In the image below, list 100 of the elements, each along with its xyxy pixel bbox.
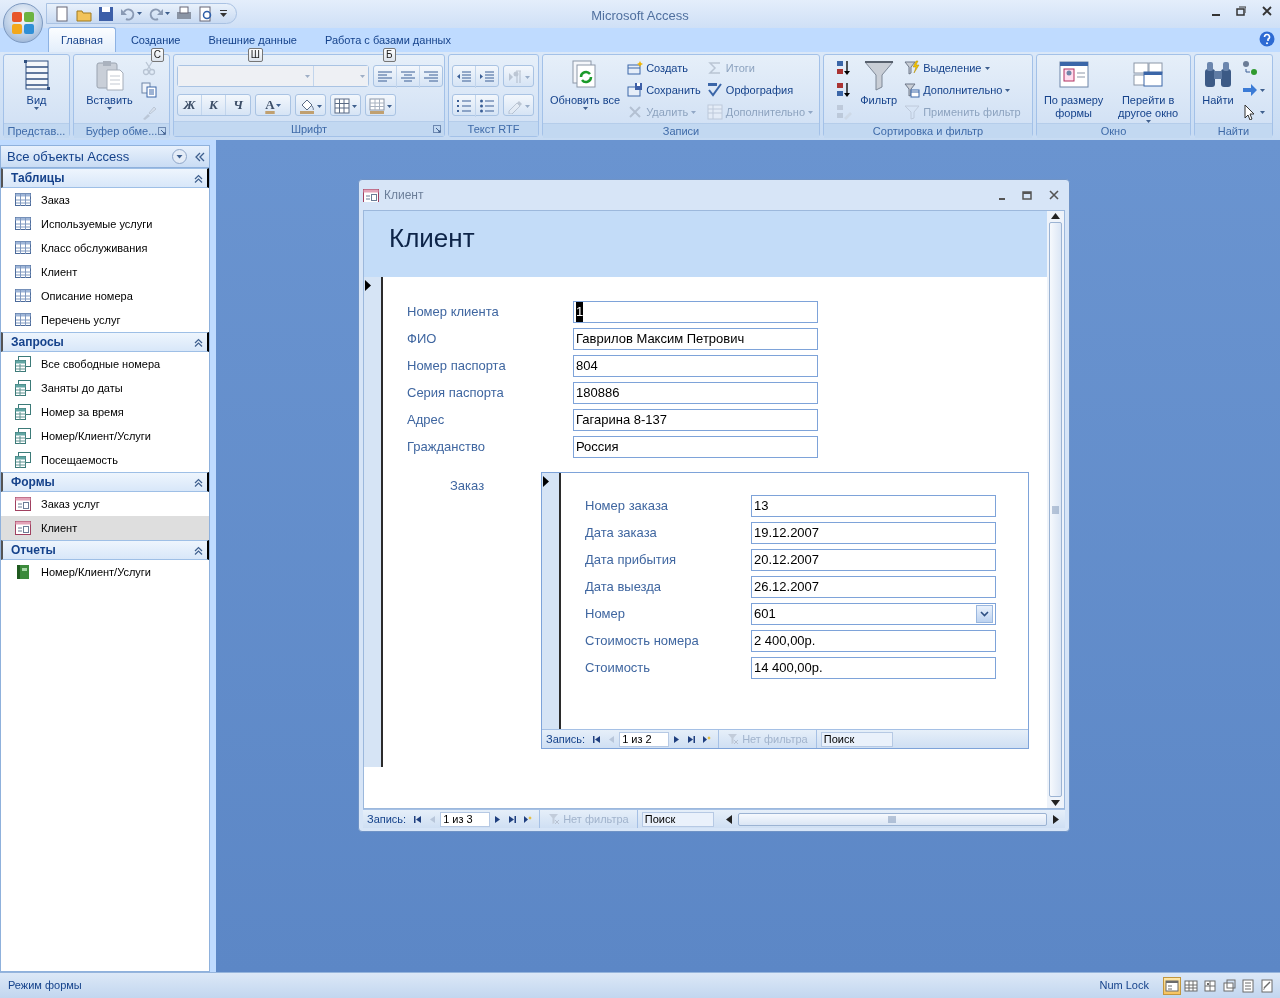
close-icon [1049, 190, 1059, 200]
field-label: Дата заказа [585, 524, 658, 543]
field-label: Серия паспорта [407, 384, 505, 403]
paste-button[interactable]: Вставить [83, 57, 136, 123]
save-record-icon [627, 82, 644, 98]
advanced-button[interactable]: Дополнительно [902, 79, 1023, 101]
sort-ascending-icon [836, 60, 853, 76]
text-field[interactable]: 20.12.2007 [751, 549, 996, 571]
record-position-field[interactable]: 1 из 2 [619, 731, 670, 747]
filter-button[interactable]: Фильтр [857, 57, 901, 123]
search-field[interactable]: Поиск [641, 811, 714, 827]
form-icon [15, 496, 31, 512]
dropdown-button[interactable] [976, 605, 993, 623]
text-field[interactable]: 1 [573, 301, 818, 323]
minimize-icon [999, 197, 1005, 200]
pane-title: Все объекты Access [7, 147, 131, 166]
bulleted-list-icon [479, 98, 495, 114]
datasheet-view-icon [1184, 978, 1198, 993]
restore-button[interactable] [1234, 4, 1248, 18]
field-label: Номер заказа [585, 497, 670, 516]
design-view-button[interactable] [1258, 976, 1276, 995]
search-field[interactable]: Поиск [820, 731, 893, 747]
text-field[interactable]: 14 400,00р. [751, 657, 996, 679]
group-header[interactable]: Формы [1, 472, 209, 492]
spelling-button[interactable]: Орфография [704, 79, 815, 101]
print-preview-icon [198, 5, 214, 22]
save-button[interactable] [97, 5, 115, 22]
current-record-icon [364, 280, 371, 291]
first-record-icon [413, 814, 423, 824]
grid-button[interactable] [331, 95, 360, 117]
text-field[interactable]: Гагарина 8-137 [573, 409, 818, 431]
save-button[interactable]: Сохранить [625, 79, 703, 101]
query-icon [15, 428, 31, 444]
filter-off-icon [727, 733, 740, 745]
view-button[interactable]: Вид [17, 57, 56, 123]
refresh-all-button[interactable]: Обновить все [546, 57, 624, 123]
bold-button[interactable]: Ж [178, 95, 202, 115]
text-field[interactable]: 804 [573, 355, 818, 377]
dialog-launcher-button[interactable] [433, 125, 441, 133]
fit-to-form-button[interactable]: По размеру формы [1040, 57, 1108, 123]
new-button[interactable]: Создать [625, 57, 703, 79]
status-text: Режим формы [8, 978, 83, 994]
caret-icon [275, 103, 281, 107]
pivot-chart-view-icon [1222, 978, 1236, 993]
close-button[interactable] [1260, 4, 1274, 18]
design-view-icon [1260, 978, 1274, 993]
caret-icon [220, 10, 227, 17]
scroll-thumb[interactable] [1049, 222, 1062, 797]
caret-icon [525, 75, 530, 79]
text-field[interactable]: 180886 [573, 382, 818, 404]
window-title: Клиент [384, 187, 425, 204]
gridlines-button[interactable] [366, 95, 395, 117]
scroll-left-icon [725, 814, 732, 824]
delete-icon [627, 104, 644, 120]
underline-button[interactable]: Ч [226, 95, 250, 115]
caret-icon [808, 110, 813, 114]
vertical-scrollbar[interactable] [1047, 211, 1064, 808]
spelling-icon [706, 82, 723, 98]
caret-icon [582, 107, 588, 110]
new-document-icon [54, 5, 70, 22]
find-button[interactable]: Найти [1199, 57, 1237, 123]
dropdown-icon [172, 149, 187, 164]
help-button[interactable] [1259, 31, 1275, 47]
field-label: ФИО [407, 330, 438, 349]
pane-menu-button[interactable] [172, 149, 187, 164]
text-field[interactable]: Гаврилов Максим Петрович [573, 328, 818, 350]
nav-item[interactable]: Клиент [1, 516, 209, 540]
query-icon [15, 356, 31, 372]
layout-view-button[interactable] [1239, 976, 1257, 995]
ribbon-tab[interactable]: Главная [48, 26, 116, 52]
align-center-icon [400, 69, 416, 85]
switch-windows-button[interactable]: Перейти в другое окно [1109, 57, 1187, 123]
highlighter-icon [507, 98, 523, 114]
new-document-button[interactable] [53, 5, 71, 22]
text-field[interactable]: 13 [751, 495, 996, 517]
text-field[interactable]: Россия [573, 436, 818, 458]
dialog-launcher-button[interactable] [158, 127, 166, 135]
text-field[interactable]: 19.12.2007 [751, 522, 996, 544]
table-icon [15, 264, 31, 280]
collapse-pane-button[interactable] [195, 151, 205, 162]
pivot-chart-view-button[interactable] [1220, 976, 1238, 995]
caret-icon [34, 107, 39, 110]
customize-button[interactable] [219, 10, 228, 17]
printer-button[interactable] [175, 5, 193, 22]
group-header[interactable]: Таблицы [1, 168, 209, 188]
group-header[interactable]: Отчеты [1, 540, 209, 560]
font-color-button[interactable]: A [256, 95, 290, 115]
combo-box[interactable]: 601 [751, 603, 996, 625]
caret-icon [525, 104, 530, 108]
group-header[interactable]: Запросы [1, 332, 209, 352]
record-position-field[interactable]: 1 из 3 [440, 811, 491, 827]
text-field[interactable]: 26.12.2007 [751, 576, 996, 598]
group-label: Найти [1217, 123, 1250, 139]
subform-label: Заказ [449, 477, 486, 495]
form-view-button[interactable] [1163, 976, 1181, 995]
selection-button[interactable]: Выделение [902, 57, 1023, 79]
office-button[interactable] [3, 3, 43, 43]
italic-button[interactable]: К [202, 95, 226, 115]
scroll-thumb[interactable] [737, 812, 1047, 826]
text-field[interactable]: 2 400,00р. [751, 630, 996, 652]
